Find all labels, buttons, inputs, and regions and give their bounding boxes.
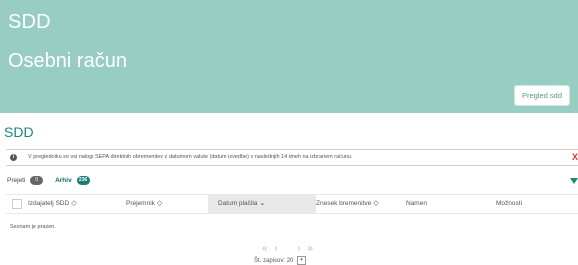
tab-arhiv[interactable]: Arhiv 236 <box>55 176 90 185</box>
column-znesek-bremenitve[interactable]: Znesek bremenitve ◇ <box>316 195 379 213</box>
next-page-icon[interactable]: › <box>297 243 302 254</box>
select-all-checkbox[interactable] <box>12 199 22 209</box>
pregled-sdd-button[interactable]: Pregled sdd <box>513 85 570 106</box>
page-header: SDD Osebni račun Pregled sdd <box>0 0 578 113</box>
info-banner: i V pregledniku so vsi nalogi SEPA direk… <box>6 149 578 166</box>
column-namen: Namen <box>406 200 427 207</box>
records-label: Št. zapisov: <box>254 258 286 265</box>
pagination: « ‹ › » <box>262 243 315 254</box>
tab-label: Arhiv <box>55 177 72 185</box>
page-title: Osebni račun <box>8 50 127 72</box>
column-prejemnik[interactable]: Prejemnik ◇ <box>126 195 162 213</box>
records-per-page: Št. zapisov: 20 ▾ <box>254 256 307 265</box>
filter-icon[interactable] <box>570 178 578 184</box>
first-page-icon[interactable]: « <box>262 243 270 254</box>
table-header: Izdajatelj SDD ◇ Prejemnik ◇ Datum plačila… <box>6 194 578 214</box>
count-badge: 236 <box>76 176 90 185</box>
dropdown-icon[interactable]: ▾ <box>297 256 307 265</box>
last-page-icon[interactable]: » <box>307 243 315 254</box>
records-value[interactable]: 20 <box>287 258 294 264</box>
chevron-down-icon: ⌄ <box>259 200 266 207</box>
empty-message: Seznam je prazen. <box>10 224 56 230</box>
column-izdajatelj[interactable]: Izdajatelj SDD ◇ <box>28 195 77 213</box>
sort-icon: ◇ <box>373 200 379 207</box>
tab-prejeti[interactable]: Prejeti 0 <box>7 176 44 185</box>
count-badge: 0 <box>30 176 44 185</box>
section-title: SDD <box>4 124 34 140</box>
sort-icon: ◇ <box>156 200 163 207</box>
tabs: Prejeti 0 Arhiv 236 <box>7 176 100 185</box>
column-moznosti: Možnosti <box>496 200 523 207</box>
close-icon[interactable]: X <box>572 150 578 165</box>
info-icon: i <box>10 154 17 161</box>
app-title: SDD <box>8 11 51 33</box>
prev-page-icon[interactable]: ‹ <box>274 243 279 254</box>
info-text: V pregledniku so vsi nalogi SEPA direktn… <box>28 154 353 160</box>
tab-label: Prejeti <box>7 177 26 185</box>
column-datum-placila[interactable]: Datum plačila ⌄ <box>208 195 316 213</box>
sort-icon: ◇ <box>71 200 77 207</box>
